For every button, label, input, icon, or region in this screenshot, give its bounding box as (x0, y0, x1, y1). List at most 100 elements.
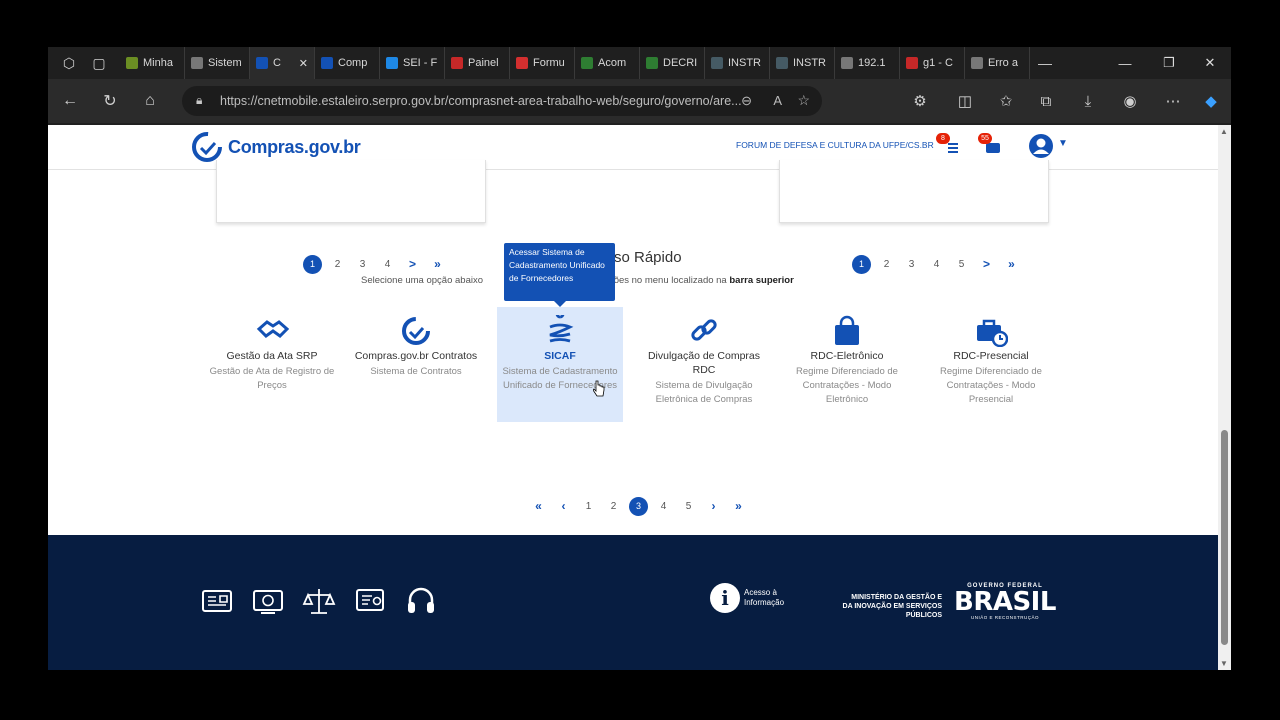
page-nav-button[interactable]: » (726, 497, 751, 515)
browser-tab[interactable]: Minha (120, 47, 185, 79)
subtitle-bold: barra superior (729, 275, 794, 286)
extensions-icon[interactable]: ⚙ (900, 79, 940, 123)
page-button[interactable]: 3 (626, 496, 651, 516)
page-button[interactable]: 3 (350, 255, 375, 273)
browser-tab[interactable]: Sistem (185, 47, 250, 79)
page-nav-button[interactable]: > (974, 255, 999, 273)
lock-icon[interactable]: 🔒︎ (196, 93, 202, 108)
tab-actions-icon[interactable]: ▢ (84, 47, 114, 79)
close-window-button[interactable]: ✕ (1188, 47, 1231, 79)
close-tab-icon[interactable]: ✕ (299, 57, 308, 70)
zoom-icon[interactable]: ⊖ (741, 93, 752, 109)
page-button[interactable]: 4 (924, 255, 949, 273)
site-footer: i Acesso à Informação MINISTÉRIO DA GEST… (48, 535, 1218, 670)
browser-tab[interactable]: 192.1 (835, 47, 900, 79)
page-nav-button[interactable]: » (425, 255, 450, 273)
browser-window: ⬡ ▢ Minha Sistem C ✕ Comp SEI - F Painel Formu A… (48, 47, 1231, 670)
page-button[interactable]: 5 (949, 255, 974, 273)
page-label: 4 (384, 258, 391, 270)
headset-support-icon[interactable] (404, 585, 438, 617)
scroll-down-icon[interactable]: ▼ (1220, 659, 1228, 668)
page-button[interactable]: 1 (849, 254, 874, 274)
page-button[interactable]: 1 (576, 497, 601, 515)
scrollbar-thumb[interactable] (1221, 430, 1228, 645)
browser-tab[interactable]: DECRI (640, 47, 705, 79)
browser-tab[interactable]: Painel (445, 47, 510, 79)
page-label: 5 (958, 258, 965, 270)
page-button[interactable]: 2 (874, 255, 899, 273)
sicaf-icon (549, 315, 574, 343)
workspaces-icon[interactable]: ⬡ (54, 47, 84, 79)
scroll-up-icon[interactable]: ▲ (1220, 127, 1228, 136)
page-button[interactable]: 3 (899, 255, 924, 273)
quick-access-item[interactable]: SICAF Sistema de Cadastramento Unificado … (497, 307, 623, 422)
browser-tab[interactable]: Formu (510, 47, 575, 79)
more-menu-icon[interactable]: ⋯ (1153, 79, 1193, 123)
page-button[interactable]: 1 (300, 254, 325, 274)
home-icon[interactable]: ⌂ (130, 79, 170, 123)
split-screen-icon[interactable]: ◫ (945, 79, 985, 123)
browser-tab[interactable]: Comp (315, 47, 380, 79)
video-icon[interactable] (251, 585, 285, 617)
url-input[interactable]: 🔒︎ https://cnetmobile.estaleiro.serpro.g… (182, 86, 822, 116)
page-scrollbar[interactable]: ▲ ▼ (1218, 125, 1231, 670)
left-card (216, 160, 486, 223)
certificate-icon[interactable] (353, 585, 387, 617)
copilot-icon[interactable]: ◆ (1191, 79, 1231, 123)
browser-tab[interactable]: SEI - F (380, 47, 445, 79)
page-button[interactable]: 5 (676, 497, 701, 515)
refresh-icon[interactable]: ↻ (90, 79, 130, 123)
messages-button[interactable]: 55 (978, 133, 1004, 159)
quick-access-item[interactable]: Compras.gov.br Contratos Sistema de Contr… (353, 307, 479, 422)
scale-justice-icon[interactable] (302, 585, 336, 617)
page-nav-button[interactable]: ‹ (551, 497, 576, 515)
page-nav-button[interactable]: › (701, 497, 726, 515)
page-label: » (434, 257, 441, 271)
page-label: « (535, 499, 542, 513)
site-logo[interactable]: Compras.gov.br (190, 130, 361, 164)
browser-tab[interactable]: g1 - C (900, 47, 965, 79)
access-to-information-link[interactable]: i Acesso à Informação (710, 583, 792, 613)
compras-logo-icon (192, 132, 222, 162)
quick-access-item[interactable]: Gestão da Ata SRP Gestão de Ata de Regist… (209, 307, 335, 422)
user-avatar-icon[interactable] (1028, 133, 1054, 159)
profile-icon[interactable]: ◉ (1110, 79, 1150, 123)
restore-button[interactable]: ❐ (1147, 47, 1191, 79)
tab-label: Painel (468, 57, 499, 69)
back-icon[interactable]: ← (50, 79, 90, 123)
new-tab-icon[interactable]: — (1030, 47, 1060, 79)
page-button[interactable]: 4 (375, 255, 400, 273)
page-nav-button[interactable]: » (999, 255, 1024, 273)
collections-icon[interactable]: ⧉ (1026, 79, 1066, 123)
tab-label: 192.1 (858, 57, 886, 69)
page-button[interactable]: 2 (325, 255, 350, 273)
page-nav-button[interactable]: « (526, 497, 551, 515)
browser-tab[interactable]: INSTR (705, 47, 770, 79)
quick-access-name: RDC-Presencial (953, 350, 1029, 362)
news-icon[interactable] (200, 585, 234, 617)
downloads-icon[interactable]: ⤓ (1068, 79, 1108, 123)
browser-tab[interactable]: C ✕ (250, 47, 315, 79)
tab-favicon-icon (386, 57, 398, 69)
quick-access-item[interactable]: RDC-Presencial Regime Diferenciado de Con… (928, 307, 1054, 422)
quick-access-item[interactable]: RDC-Eletrônico Regime Diferenciado de Con… (784, 307, 910, 422)
chevron-down-icon[interactable]: ▼ (1058, 138, 1068, 149)
favorite-star-icon[interactable]: ☆ (797, 92, 810, 109)
tab-favicon-icon (971, 57, 983, 69)
page-button[interactable]: 4 (651, 497, 676, 515)
browser-tab[interactable]: INSTR (770, 47, 835, 79)
page-nav-button[interactable]: > (400, 255, 425, 273)
quick-access-item[interactable]: Divulgação de Compras RDC Sistema de Divu… (641, 307, 767, 422)
browser-tab[interactable]: Erro a (965, 47, 1030, 79)
read-aloud-icon[interactable]: A (773, 93, 782, 108)
notifications-button[interactable]: 8 (936, 133, 962, 159)
org-selector-link[interactable]: FORUM DE DEFESA E CULTURA DA UFPE/CS.BR (736, 140, 936, 150)
quick-access-desc: Gestão de Ata de Registro de Preços (209, 366, 335, 391)
quick-access-desc: Sistema de Contratos (370, 366, 462, 377)
page-label: » (1008, 257, 1015, 271)
page-button[interactable]: 2 (601, 497, 626, 515)
minimize-button[interactable]: — (1103, 47, 1147, 79)
browser-tab[interactable]: Acom (575, 47, 640, 79)
favorites-icon[interactable]: ✩ (986, 79, 1026, 123)
tab-label: Erro a (988, 57, 1018, 69)
